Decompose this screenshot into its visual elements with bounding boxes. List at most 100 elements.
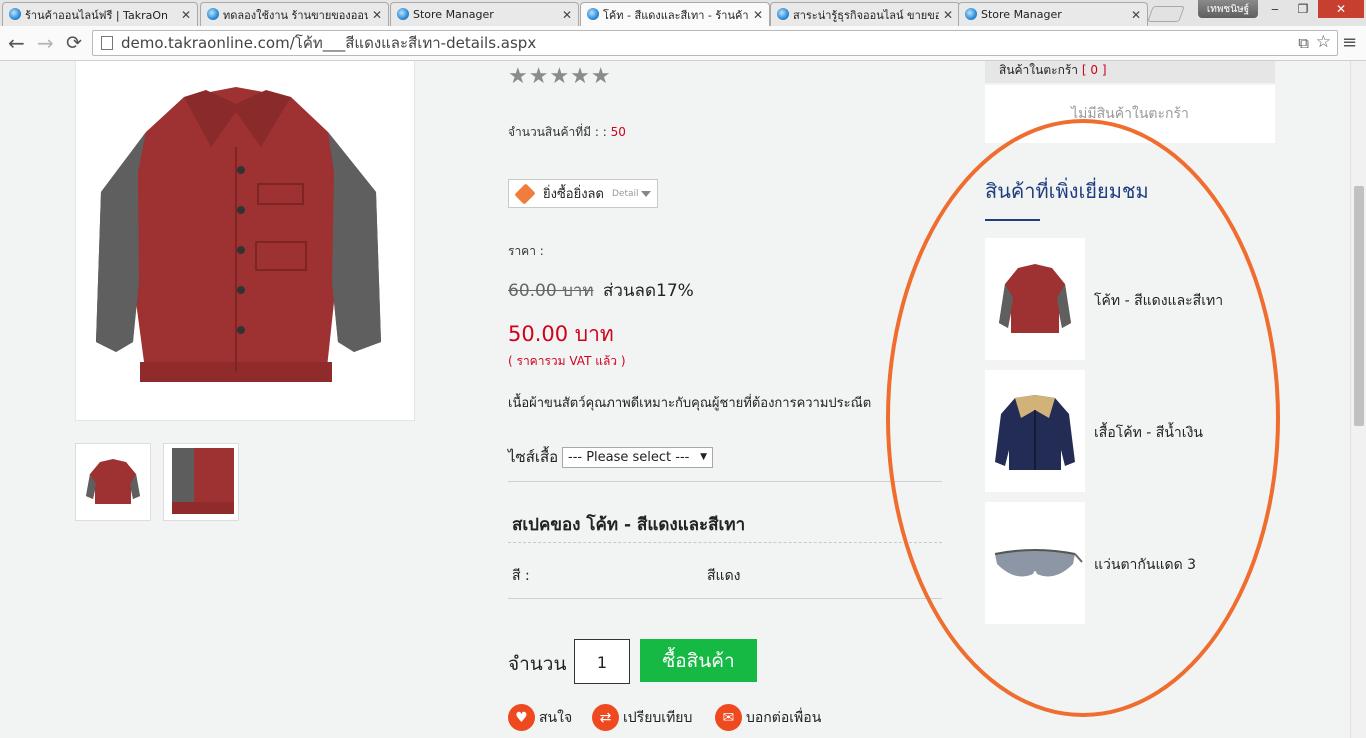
spec-key: สี : bbox=[512, 568, 530, 584]
scrollbar-thumb[interactable] bbox=[1354, 186, 1364, 426]
tab-title: โค้ท - สีแดงและสีเทา - ร้านค้า bbox=[603, 8, 749, 22]
tab-strip: ร้านค้าออนไลน์ฟรี | TakraOn ✕ ทดลองใช้งา… bbox=[0, 0, 1366, 26]
cart-header: สินค้าในตะกร้า [ 0 ] bbox=[985, 61, 1275, 83]
close-tab-icon[interactable]: ✕ bbox=[943, 8, 953, 22]
address-bar[interactable]: demo.takraonline.com/โค้ท___สีแดงและสีเท… bbox=[92, 30, 1338, 56]
like-label: สนใจ bbox=[539, 709, 573, 726]
size-select-value: --- Please select --- bbox=[568, 450, 690, 465]
site-favicon-icon bbox=[397, 8, 409, 20]
cart-count: [ 0 ] bbox=[1081, 63, 1107, 77]
divider bbox=[508, 542, 942, 543]
browser-tab[interactable]: สาระน่ารู้ธุรกิจออนไลน์ ขายของ ✕ bbox=[770, 2, 960, 26]
recent-item-image[interactable] bbox=[985, 502, 1085, 624]
jacket-thumbnail-image bbox=[86, 459, 140, 504]
recent-item[interactable]: โค้ท - สีแดงและสีเทา bbox=[985, 238, 1275, 360]
browser-toolbar: ← → ⟳ demo.takraonline.com/โค้ท___สีแดงแ… bbox=[0, 26, 1366, 61]
spec-value: สีแดง bbox=[707, 568, 741, 584]
site-favicon-icon bbox=[207, 8, 219, 20]
menu-icon[interactable]: ≡ bbox=[1342, 32, 1357, 53]
blue-jacket-image bbox=[995, 395, 1075, 470]
promo-dropdown[interactable]: ยิ่งซื้อยิ่งลด Detail bbox=[508, 179, 658, 208]
browser-tab[interactable]: ทดลองใช้งาน ร้านขายของออน ✕ bbox=[200, 2, 389, 26]
divider bbox=[508, 481, 942, 482]
restore-icon[interactable]: ❐ bbox=[1290, 0, 1316, 18]
new-tab-button[interactable] bbox=[1147, 6, 1185, 22]
product-main-image[interactable] bbox=[75, 61, 415, 421]
browser-tab[interactable]: Store Manager ✕ bbox=[390, 2, 579, 26]
size-select[interactable]: --- Please select --- ▼ bbox=[562, 447, 713, 468]
jacket-image bbox=[96, 87, 381, 382]
price-tag-icon bbox=[514, 182, 536, 205]
forward-icon[interactable]: → bbox=[37, 31, 54, 55]
stock-value: 50 bbox=[610, 125, 626, 139]
recent-title: สินค้าที่เพิ่งเยี่ยมชม bbox=[985, 179, 1149, 203]
heart-icon: ♥ bbox=[508, 704, 535, 731]
share-button[interactable]: ✉ บอกต่อเพื่อน bbox=[715, 704, 821, 731]
spec-title: สเปคของ โค้ท - สีแดงและสีเทา bbox=[512, 515, 746, 535]
jacket-sleeve-thumbnail-image bbox=[172, 448, 234, 514]
sunglasses-image bbox=[994, 549, 1083, 577]
page-content: ★★★★★ จำนวนสินค้าที่มี : : 50 ยิ่งซื้อยิ… bbox=[0, 61, 1350, 738]
stock-info: จำนวนสินค้าที่มี : : 50 bbox=[508, 123, 626, 142]
browser-tab[interactable]: Store Manager ✕ bbox=[958, 2, 1148, 26]
recent-item[interactable]: เสื้อโค้ท - สีน้ำเงิน bbox=[985, 370, 1275, 492]
close-tab-icon[interactable]: ✕ bbox=[562, 8, 572, 22]
chat-icon: ✉ bbox=[715, 704, 742, 731]
close-tab-icon[interactable]: ✕ bbox=[753, 8, 763, 22]
product-thumbnail[interactable] bbox=[163, 443, 239, 521]
translate-icon[interactable]: ⧉ bbox=[1298, 34, 1309, 52]
recent-item-name[interactable]: โค้ท - สีแดงและสีเทา bbox=[1094, 290, 1223, 312]
browser-tab-active[interactable]: โค้ท - สีแดงและสีเทา - ร้านค้า ✕ bbox=[580, 2, 770, 26]
divider bbox=[508, 598, 942, 599]
tab-title: Store Manager bbox=[413, 8, 494, 21]
close-tab-icon[interactable]: ✕ bbox=[181, 8, 191, 22]
recent-item-name[interactable]: เสื้อโค้ท - สีน้ำเงิน bbox=[1094, 422, 1203, 444]
tab-title: Store Manager bbox=[981, 8, 1062, 21]
product-thumbnail[interactable] bbox=[75, 443, 151, 521]
site-favicon-icon bbox=[587, 8, 599, 20]
close-tab-icon[interactable]: ✕ bbox=[1131, 8, 1141, 22]
browser-tab[interactable]: ร้านค้าออนไลน์ฟรี | TakraOn ✕ bbox=[2, 2, 198, 26]
vertical-scrollbar[interactable] bbox=[1350, 61, 1366, 738]
old-price: 60.00 บาท bbox=[508, 281, 594, 301]
recent-item-name[interactable]: แว่นตากันแดด 3 bbox=[1094, 554, 1196, 576]
discount-text: ส่วนลด17% bbox=[603, 281, 694, 301]
quantity-label: จำนวน bbox=[508, 653, 567, 675]
minimize-icon[interactable]: ‒ bbox=[1262, 0, 1288, 18]
current-price: 50.00 บาท bbox=[508, 322, 614, 346]
price-label: ราคา : bbox=[508, 244, 544, 258]
rating-stars[interactable]: ★★★★★ bbox=[508, 64, 612, 89]
buy-button[interactable]: ซื้อสินค้า bbox=[640, 639, 757, 682]
back-icon[interactable]: ← bbox=[8, 31, 25, 55]
dropdown-arrow-icon: ▼ bbox=[700, 452, 707, 462]
cart-title: สินค้าในตะกร้า bbox=[999, 63, 1079, 77]
quantity-input[interactable]: 1 bbox=[574, 639, 630, 684]
compare-label: เปรียบเทียบ bbox=[623, 709, 693, 726]
url-text[interactable]: demo.takraonline.com/โค้ท___สีแดงและสีเท… bbox=[121, 31, 536, 55]
site-favicon-icon bbox=[9, 8, 21, 20]
site-favicon-icon bbox=[777, 8, 789, 20]
bookmark-star-icon[interactable]: ☆ bbox=[1316, 32, 1331, 52]
page-icon bbox=[101, 36, 113, 50]
site-favicon-icon bbox=[965, 8, 977, 20]
window-close-icon[interactable]: ✕ bbox=[1318, 0, 1364, 18]
vat-note: ( ราคารวม VAT แล้ว ) bbox=[508, 354, 626, 368]
recent-item-image[interactable] bbox=[985, 238, 1085, 360]
profile-badge[interactable]: เทพชนิษฐ์ bbox=[1198, 0, 1258, 18]
jacket-image bbox=[999, 264, 1071, 333]
stock-label: จำนวนสินค้าที่มี : : bbox=[508, 125, 607, 139]
tab-title: ร้านค้าออนไลน์ฟรี | TakraOn bbox=[25, 8, 168, 22]
recent-item[interactable]: แว่นตากันแดด 3 bbox=[985, 502, 1275, 624]
reload-icon[interactable]: ⟳ bbox=[66, 31, 82, 55]
compare-button[interactable]: ⇄ เปรียบเทียบ bbox=[592, 704, 692, 731]
like-button[interactable]: ♥ สนใจ bbox=[508, 704, 572, 731]
chevron-down-icon bbox=[640, 190, 651, 197]
shuffle-icon: ⇄ bbox=[592, 704, 619, 731]
close-tab-icon[interactable]: ✕ bbox=[372, 8, 382, 22]
promo-label: ยิ่งซื้อยิ่งลด bbox=[543, 187, 604, 202]
tab-title: สาระน่ารู้ธุรกิจออนไลน์ ขายของ bbox=[793, 8, 939, 22]
size-label: ไซส์เสื้อ bbox=[508, 448, 559, 466]
promo-detail: Detail bbox=[611, 188, 639, 199]
cart-empty-message: ไม่มีสินค้าในตะกร้า bbox=[985, 85, 1275, 143]
recent-item-image[interactable] bbox=[985, 370, 1085, 492]
